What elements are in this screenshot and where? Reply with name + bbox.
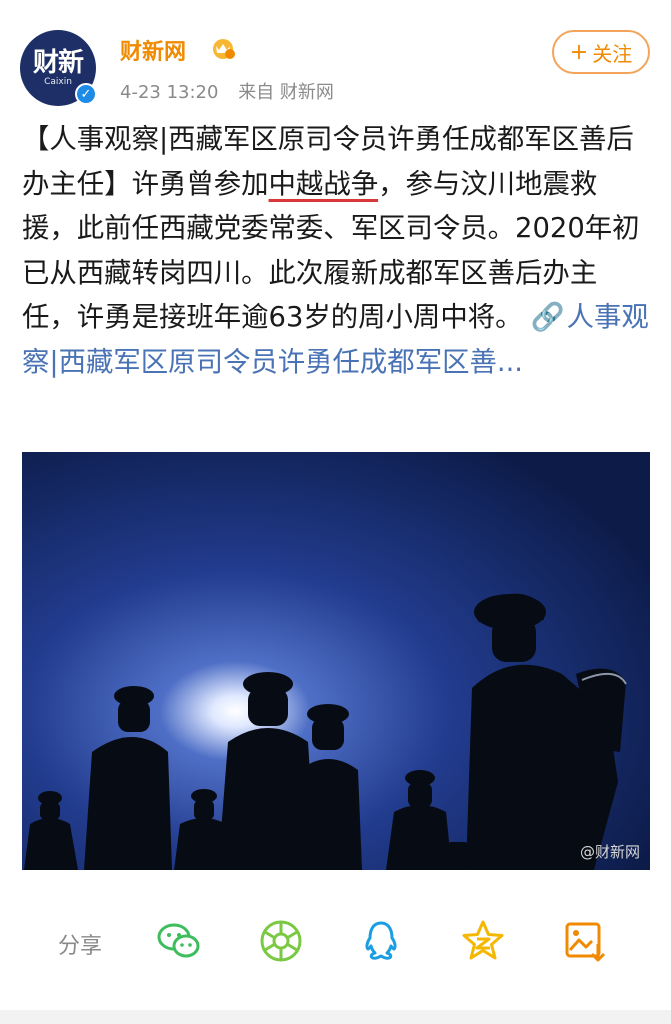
post-image-illustration: [22, 452, 650, 870]
post-source: 来自 财新网: [238, 82, 334, 103]
avatar-logo-text: 财新: [32, 48, 84, 78]
post-text-underlined: 中越战争: [268, 168, 379, 200]
share-bar: 分享: [22, 912, 650, 972]
qq-icon[interactable]: [358, 918, 404, 964]
plus-icon: +: [569, 39, 589, 65]
image-watermark: @财新网: [579, 843, 640, 861]
weibo-post: 财新 Caixin ✓ 财新网 4-23 13:20 来自 财新网 + 关注 【…: [0, 0, 671, 1024]
post-image[interactable]: @财新网: [22, 452, 650, 870]
verified-badge-icon: ✓: [75, 83, 97, 105]
follow-label: 关注: [592, 41, 633, 66]
wechat-icon[interactable]: [156, 918, 202, 964]
follow-button[interactable]: + 关注: [552, 30, 650, 74]
username[interactable]: 财新网: [120, 34, 186, 66]
share-label: 分享: [58, 934, 103, 959]
post-time: 4-23 13:20: [120, 82, 219, 103]
qzone-icon[interactable]: [460, 918, 506, 964]
crown-icon: [213, 39, 235, 59]
save-image-icon[interactable]: [562, 918, 608, 964]
link-icon: 🔗: [530, 302, 565, 333]
bottom-divider: [0, 1010, 671, 1024]
post-header: 财新 Caixin ✓ 财新网 4-23 13:20 来自 财新网 + 关注: [20, 30, 652, 110]
moments-icon[interactable]: [258, 918, 304, 964]
post-text: 【人事观察|西藏军区原司令员许勇任成都军区善后办主任】许勇曾参加中越战争，参与汶…: [22, 118, 650, 385]
post-meta: 4-23 13:20 来自 财新网: [120, 78, 348, 104]
avatar-logo-sub: Caixin: [44, 77, 72, 87]
